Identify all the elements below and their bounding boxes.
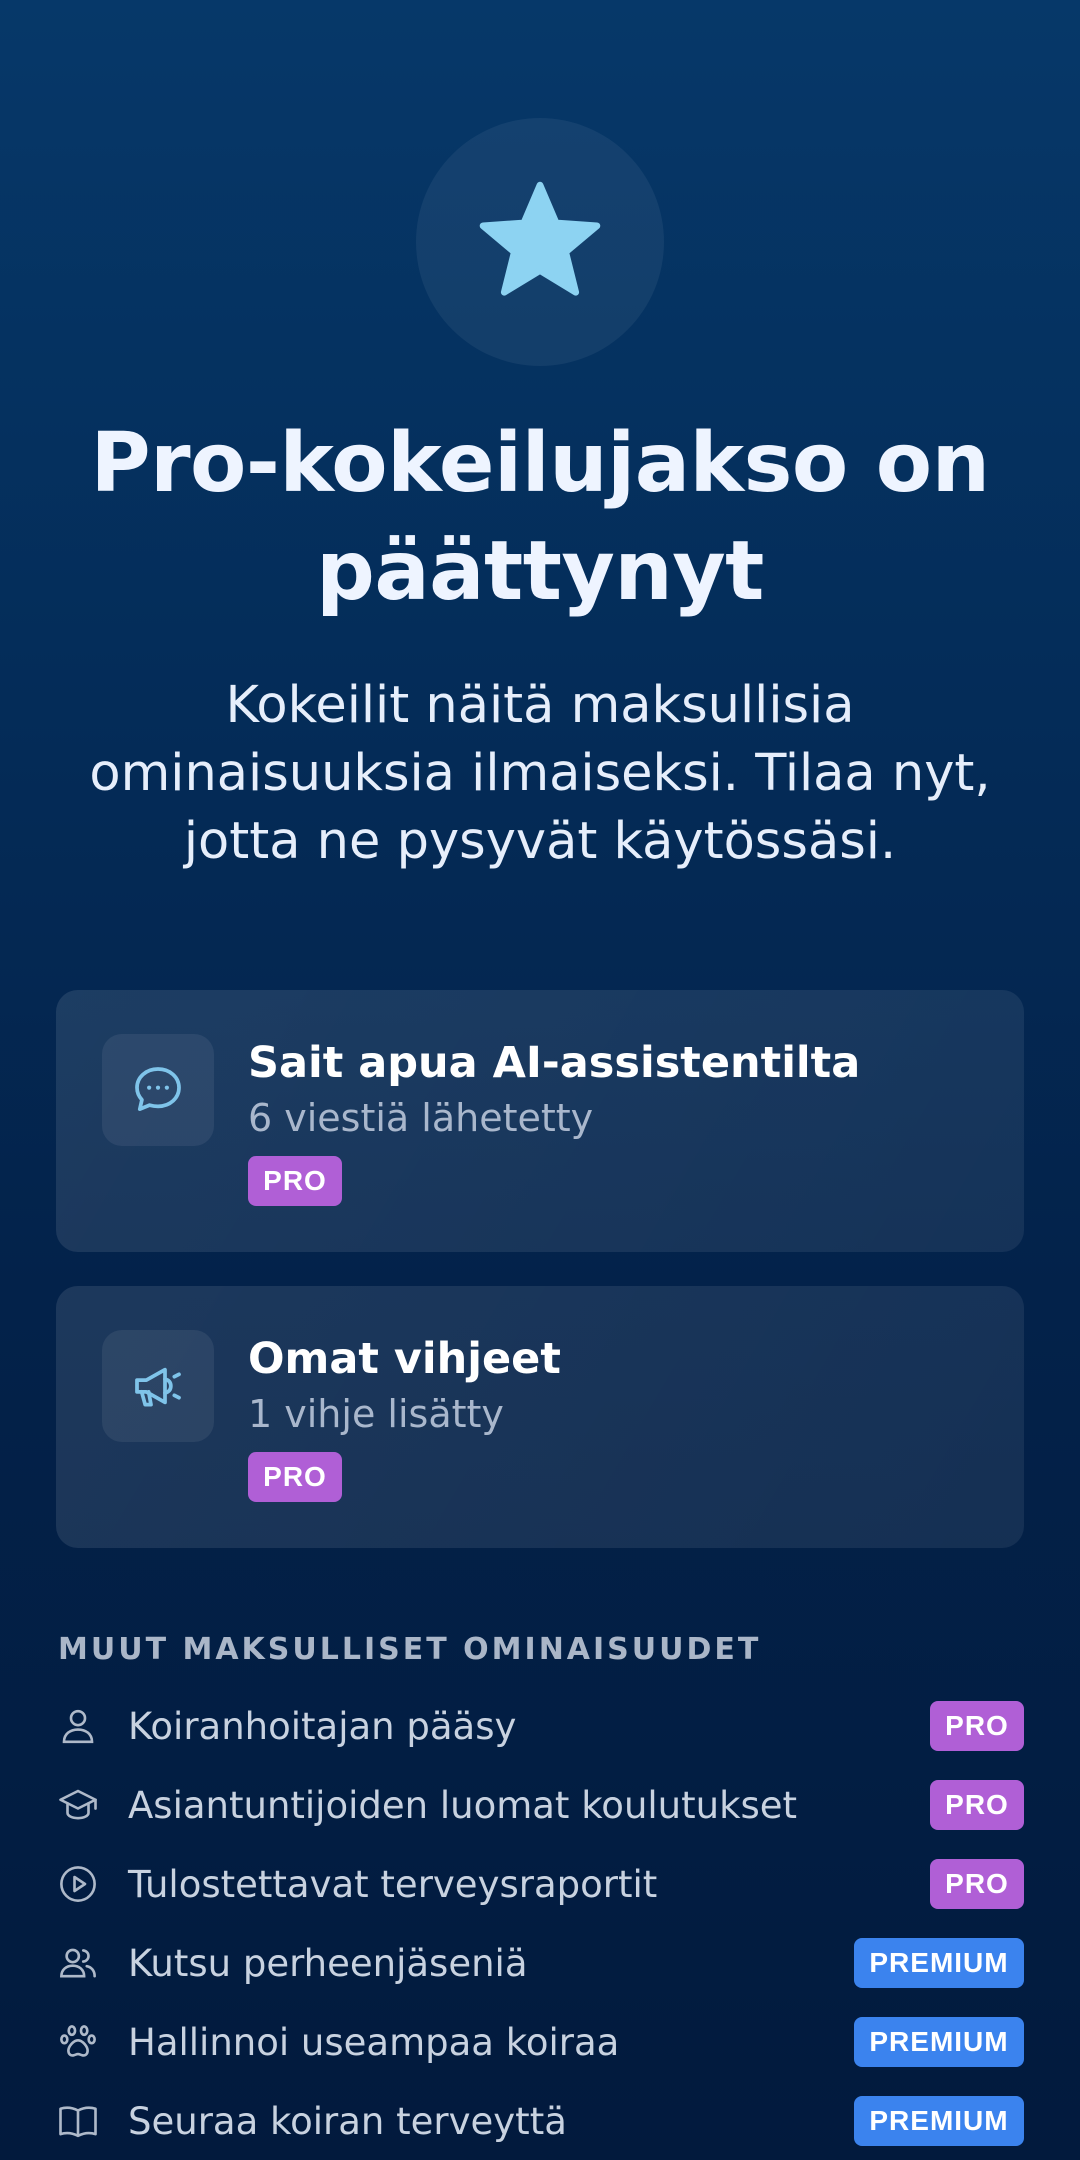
card-icon-box — [102, 1034, 214, 1146]
pro-badge: PRO — [930, 1780, 1024, 1830]
play-circle-icon — [60, 1866, 96, 1902]
page-subtitle: Kokeilit näitä maksullisia ominaisuuksia… — [89, 676, 991, 871]
people-icon — [60, 1948, 96, 1978]
feature-row-expert-trainings: Asiantuntijoiden luomat koulutukset PRO — [56, 1775, 1024, 1835]
premium-badge: PREMIUM — [854, 2017, 1024, 2067]
pro-badge: PRO — [248, 1156, 342, 1206]
feature-row-health-reports: Tulostettavat terveysraportit PRO — [56, 1854, 1024, 1914]
feature-card-ai-assistant: Sait apua AI-assistentilta 6 viestiä läh… — [56, 990, 1024, 1252]
chat-bubble-icon — [135, 1067, 181, 1111]
feature-row-sitter-access: Koiranhoitajan pääsy PRO — [56, 1696, 1024, 1756]
feature-label: Seuraa koiran terveyttä — [128, 2099, 567, 2143]
feature-label: Tulostettavat terveysraportit — [128, 1862, 658, 1906]
card-subtitle: 6 viestiä lähetetty — [248, 1096, 594, 1140]
feature-label: Koiranhoitajan pääsy — [128, 1704, 517, 1748]
page-title: Pro-kokeilujakso on päättynyt — [90, 416, 991, 619]
pro-badge: PRO — [248, 1452, 342, 1502]
megaphone-icon — [135, 1367, 181, 1407]
feature-label: Asiantuntijoiden luomat koulutukset — [128, 1783, 798, 1827]
feature-card-own-tips: Omat vihjeet 1 vihje lisätty PRO — [56, 1286, 1024, 1548]
star-icon — [479, 181, 601, 296]
pro-badge: PRO — [930, 1859, 1024, 1909]
card-title: Sait apua AI-assistentilta — [248, 1038, 861, 1088]
card-icon-box — [102, 1330, 214, 1442]
person-icon — [62, 1709, 94, 1744]
premium-badge: PREMIUM — [854, 2096, 1024, 2146]
graduation-cap-icon — [59, 1789, 97, 1820]
premium-badge: PREMIUM — [854, 1938, 1024, 1988]
pro-badge: PRO — [930, 1701, 1024, 1751]
card-subtitle: 1 vihje lisätty — [248, 1392, 504, 1436]
card-title: Omat vihjeet — [248, 1334, 561, 1384]
feature-label: Hallinnoi useampaa koiraa — [128, 2020, 620, 2064]
paw-icon — [60, 2025, 96, 2057]
feature-label: Kutsu perheenjäseniä — [128, 1941, 528, 1985]
open-book-icon — [59, 2106, 97, 2138]
other-features-heading: MUUT MAKSULLISET OMINAISUUDET — [58, 1632, 762, 1667]
feature-row-invite-family: Kutsu perheenjäseniä PREMIUM — [56, 1933, 1024, 1993]
feature-row-multiple-dogs: Hallinnoi useampaa koiraa PREMIUM — [56, 2012, 1024, 2072]
hero-icon-circle — [416, 118, 664, 366]
feature-row-track-health: Seuraa koiran terveyttä PREMIUM — [56, 2091, 1024, 2151]
